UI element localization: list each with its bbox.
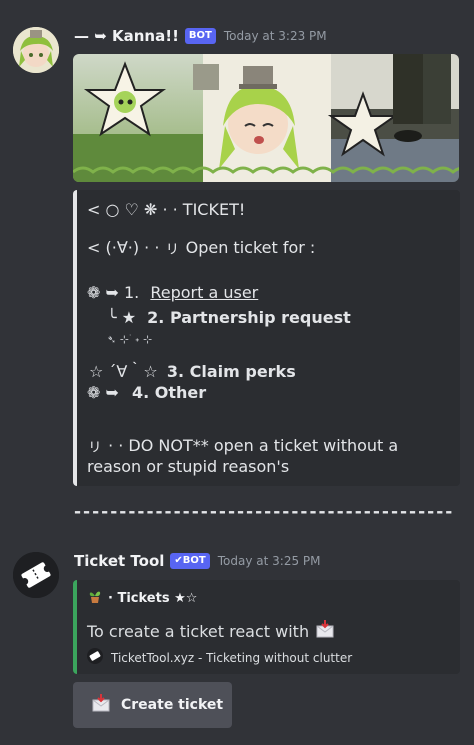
option-2: ╰ ★ 2. Partnership request — [107, 308, 351, 327]
embed-title: · Tickets ★☆ — [108, 590, 198, 606]
timestamp: Today at 3:25 PM — [217, 554, 321, 568]
embed-title-row: · Tickets ★☆ — [87, 588, 197, 608]
username[interactable]: Ticket Tool — [74, 552, 164, 570]
check-icon: ✔ — [174, 555, 183, 566]
ticket-icon — [13, 552, 59, 598]
bot-tag: BOT — [184, 28, 216, 44]
warning-line-2: reason or stupid reason's — [87, 457, 290, 476]
envelope-icon — [91, 693, 111, 717]
option-1-prefix: ❁ ➥ 1. — [87, 283, 140, 302]
decoration-line: ➴ ⊹ ࣪ ˖ ⊹ — [107, 333, 153, 346]
ticket-tool-footer-icon — [87, 648, 103, 668]
embed-footer[interactable]: TicketTool.xyz - Ticketing without clutt… — [111, 651, 352, 665]
option-1: ❁ ➥ 1. Report a user — [87, 283, 258, 302]
embed-description-row: To create a ticket react with — [87, 619, 335, 643]
embed-line-title: < ○ ♡ ❋ · · TICKET! — [87, 200, 246, 219]
rules-embed: < ○ ♡ ❋ · · TICKET! < (·∀·) · · ㇼ Open t… — [73, 190, 460, 486]
option-1-link[interactable]: Report a user — [150, 283, 258, 302]
ticket-embed: · Tickets ★☆ To create a ticket react wi… — [73, 580, 460, 674]
create-ticket-label: Create ticket — [121, 697, 224, 713]
embed-line-open: < (·∀·) · · ㇼ Open ticket for : — [87, 238, 316, 257]
option-4: ❁ ➥ 4. Other — [87, 383, 206, 402]
username[interactable]: — ➥ Kanna!! — [74, 27, 179, 45]
option-2-text: 2. Partnership request — [147, 308, 351, 327]
option-4-text: 4. Other — [132, 383, 207, 402]
banner-image[interactable] — [73, 54, 459, 182]
embed-footer-row: TicketTool.xyz - Ticketing without clutt… — [87, 648, 352, 668]
warning-line-1: ㇼ · · DO NOT** open a ticket without a — [87, 436, 399, 455]
message-header: Ticket Tool ✔BOT Today at 3:25 PM — [74, 552, 321, 570]
option-3: ☆ ´∀｀☆ 3. Claim perks — [89, 358, 296, 382]
embed-description: To create a ticket react with — [87, 621, 310, 641]
ticket-tool-avatar[interactable] — [13, 552, 59, 598]
verified-bot-tag: ✔BOT — [170, 553, 210, 569]
message-header: — ➥ Kanna!! BOT Today at 3:23 PM — [74, 27, 327, 45]
option-2-prefix: ╰ ★ — [107, 308, 137, 327]
kanna-avatar[interactable] — [13, 27, 59, 73]
plant-pot-icon — [87, 588, 103, 608]
create-ticket-button[interactable]: Create ticket — [73, 682, 232, 728]
option-3-text: 3. Claim perks — [166, 362, 296, 381]
timestamp: Today at 3:23 PM — [223, 29, 327, 43]
option-4-prefix: ❁ ➥ — [87, 383, 119, 402]
envelope-icon — [315, 619, 335, 643]
option-3-prefix: ☆ ´∀｀☆ — [89, 362, 158, 381]
dashed-divider: ----------------------------------------… — [74, 502, 455, 522]
